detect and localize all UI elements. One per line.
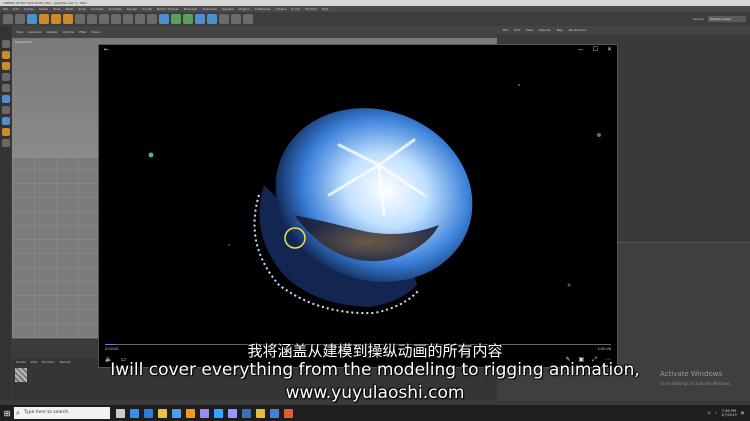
taskbar-search-input[interactable]: Type here to search xyxy=(14,407,110,419)
windows-taskbar: ⊞ Type here to search ⌬ ♪ 7:36 PM 1/7/20… xyxy=(0,405,750,421)
jellyfish-icon xyxy=(253,108,473,315)
make-editable-icon[interactable] xyxy=(1,40,10,48)
close-button[interactable]: ✕ xyxy=(607,46,612,53)
system-tray: ⌬ ♪ 7:36 PM 1/7/2019 ▤ xyxy=(708,409,750,418)
layout-dropdown[interactable]: Startup (User) xyxy=(708,16,746,22)
rotate-tool-icon[interactable] xyxy=(63,14,73,24)
minimize-button[interactable]: — xyxy=(578,46,584,53)
undo-icon[interactable] xyxy=(3,14,13,24)
store-icon[interactable] xyxy=(144,408,153,418)
x-axis-icon[interactable] xyxy=(75,14,85,24)
viewport-menu-cameras[interactable]: Cameras xyxy=(28,30,41,34)
select-tool-icon[interactable] xyxy=(27,14,37,24)
texture-mode-icon[interactable] xyxy=(1,62,10,70)
explorer-icon[interactable] xyxy=(158,408,167,418)
back-button[interactable]: ← xyxy=(104,46,109,53)
object-manager-menu: File Edit View Objects Tags Bookmarks xyxy=(497,26,750,34)
y-axis-icon[interactable] xyxy=(87,14,97,24)
model-mode-icon[interactable] xyxy=(1,51,10,59)
main-toolbar xyxy=(0,12,500,26)
redo-icon[interactable] xyxy=(15,14,25,24)
z-axis-icon[interactable] xyxy=(99,14,109,24)
lock-icon[interactable] xyxy=(1,139,10,147)
mail-icon[interactable] xyxy=(172,408,181,418)
photos-icon[interactable] xyxy=(270,408,279,418)
subtitle-url: www.yuyulaoshi.com xyxy=(285,383,465,403)
viewport-menu-filter[interactable]: Filter xyxy=(79,30,86,34)
subtitle-chinese: 我将涵盖从建模到操纵动画的所有内容 xyxy=(247,342,503,360)
coordinate-icon[interactable] xyxy=(111,14,121,24)
illustrator-icon[interactable] xyxy=(186,408,195,418)
player-titlebar: ← — ☐ ✕ xyxy=(99,45,617,54)
edge-icon[interactable] xyxy=(130,408,139,418)
premiere-icon[interactable] xyxy=(200,408,209,418)
object-menu-objects[interactable]: Objects xyxy=(539,28,550,32)
move-tool-icon[interactable] xyxy=(39,14,49,24)
maximize-button[interactable]: ☐ xyxy=(593,46,598,53)
viewport-menu-options[interactable]: Options xyxy=(63,30,75,34)
jellyfish-video-frame[interactable] xyxy=(99,45,618,368)
render-view-icon[interactable] xyxy=(123,14,133,24)
floor-icon[interactable] xyxy=(219,14,229,24)
render-picture-icon[interactable] xyxy=(135,14,145,24)
viewport-menu-view[interactable]: View xyxy=(16,30,23,34)
deformer-icon[interactable] xyxy=(207,14,217,24)
light-icon[interactable] xyxy=(243,14,253,24)
spline-icon[interactable] xyxy=(171,14,181,24)
camera-icon[interactable] xyxy=(231,14,241,24)
speaker-icon[interactable]: ♪ xyxy=(715,411,717,415)
photoshop-icon[interactable] xyxy=(214,408,223,418)
subtitle-english: Iwill cover everything from the modeling… xyxy=(110,360,640,380)
snap-icon[interactable] xyxy=(1,117,10,125)
nurbs-icon[interactable] xyxy=(183,14,193,24)
object-menu-edit[interactable]: Edit xyxy=(514,28,520,32)
points-mode-icon[interactable] xyxy=(1,73,10,81)
viewport-menu-panel[interactable]: Panel xyxy=(92,30,100,34)
object-menu-bookmarks[interactable]: Bookmarks xyxy=(569,28,586,32)
object-menu-view[interactable]: View xyxy=(526,28,533,32)
viewport-label: Perspective xyxy=(15,40,33,44)
media-icon[interactable] xyxy=(284,408,293,418)
axis-mode-icon[interactable] xyxy=(1,106,10,114)
cube-icon[interactable] xyxy=(159,14,169,24)
start-button[interactable]: ⊞ xyxy=(0,405,14,421)
chrome-icon[interactable] xyxy=(256,408,265,418)
clock-date: 1/7/2019 xyxy=(720,413,737,417)
object-menu-file[interactable]: File xyxy=(503,28,508,32)
array-icon[interactable] xyxy=(195,14,205,24)
video-player-window: ← — ☐ ✕ 0:00:00 0:00:08 🔈 ▭ ✎ ▣ ⤢ ⋯ xyxy=(98,44,618,368)
clock[interactable]: 7:36 PM 1/7/2019 xyxy=(721,409,737,418)
render-settings-icon[interactable] xyxy=(147,14,157,24)
layout-label: Layout: xyxy=(692,17,704,21)
c4d-icon[interactable] xyxy=(242,408,251,418)
viewport-menu-display[interactable]: Display xyxy=(46,30,57,34)
workplane-icon[interactable] xyxy=(1,128,10,136)
task-view-icon[interactable] xyxy=(116,408,125,418)
network-icon[interactable]: ⌬ xyxy=(708,411,711,415)
notifications-icon[interactable]: ▤ xyxy=(741,411,744,415)
aftereffects-icon[interactable] xyxy=(228,408,237,418)
polygons-mode-icon[interactable] xyxy=(1,95,10,103)
object-menu-tags[interactable]: Tags xyxy=(556,28,563,32)
edges-mode-icon[interactable] xyxy=(1,84,10,92)
scale-tool-icon[interactable] xyxy=(51,14,61,24)
viewport-menu: View Cameras Display Options Filter Panel xyxy=(12,26,497,38)
